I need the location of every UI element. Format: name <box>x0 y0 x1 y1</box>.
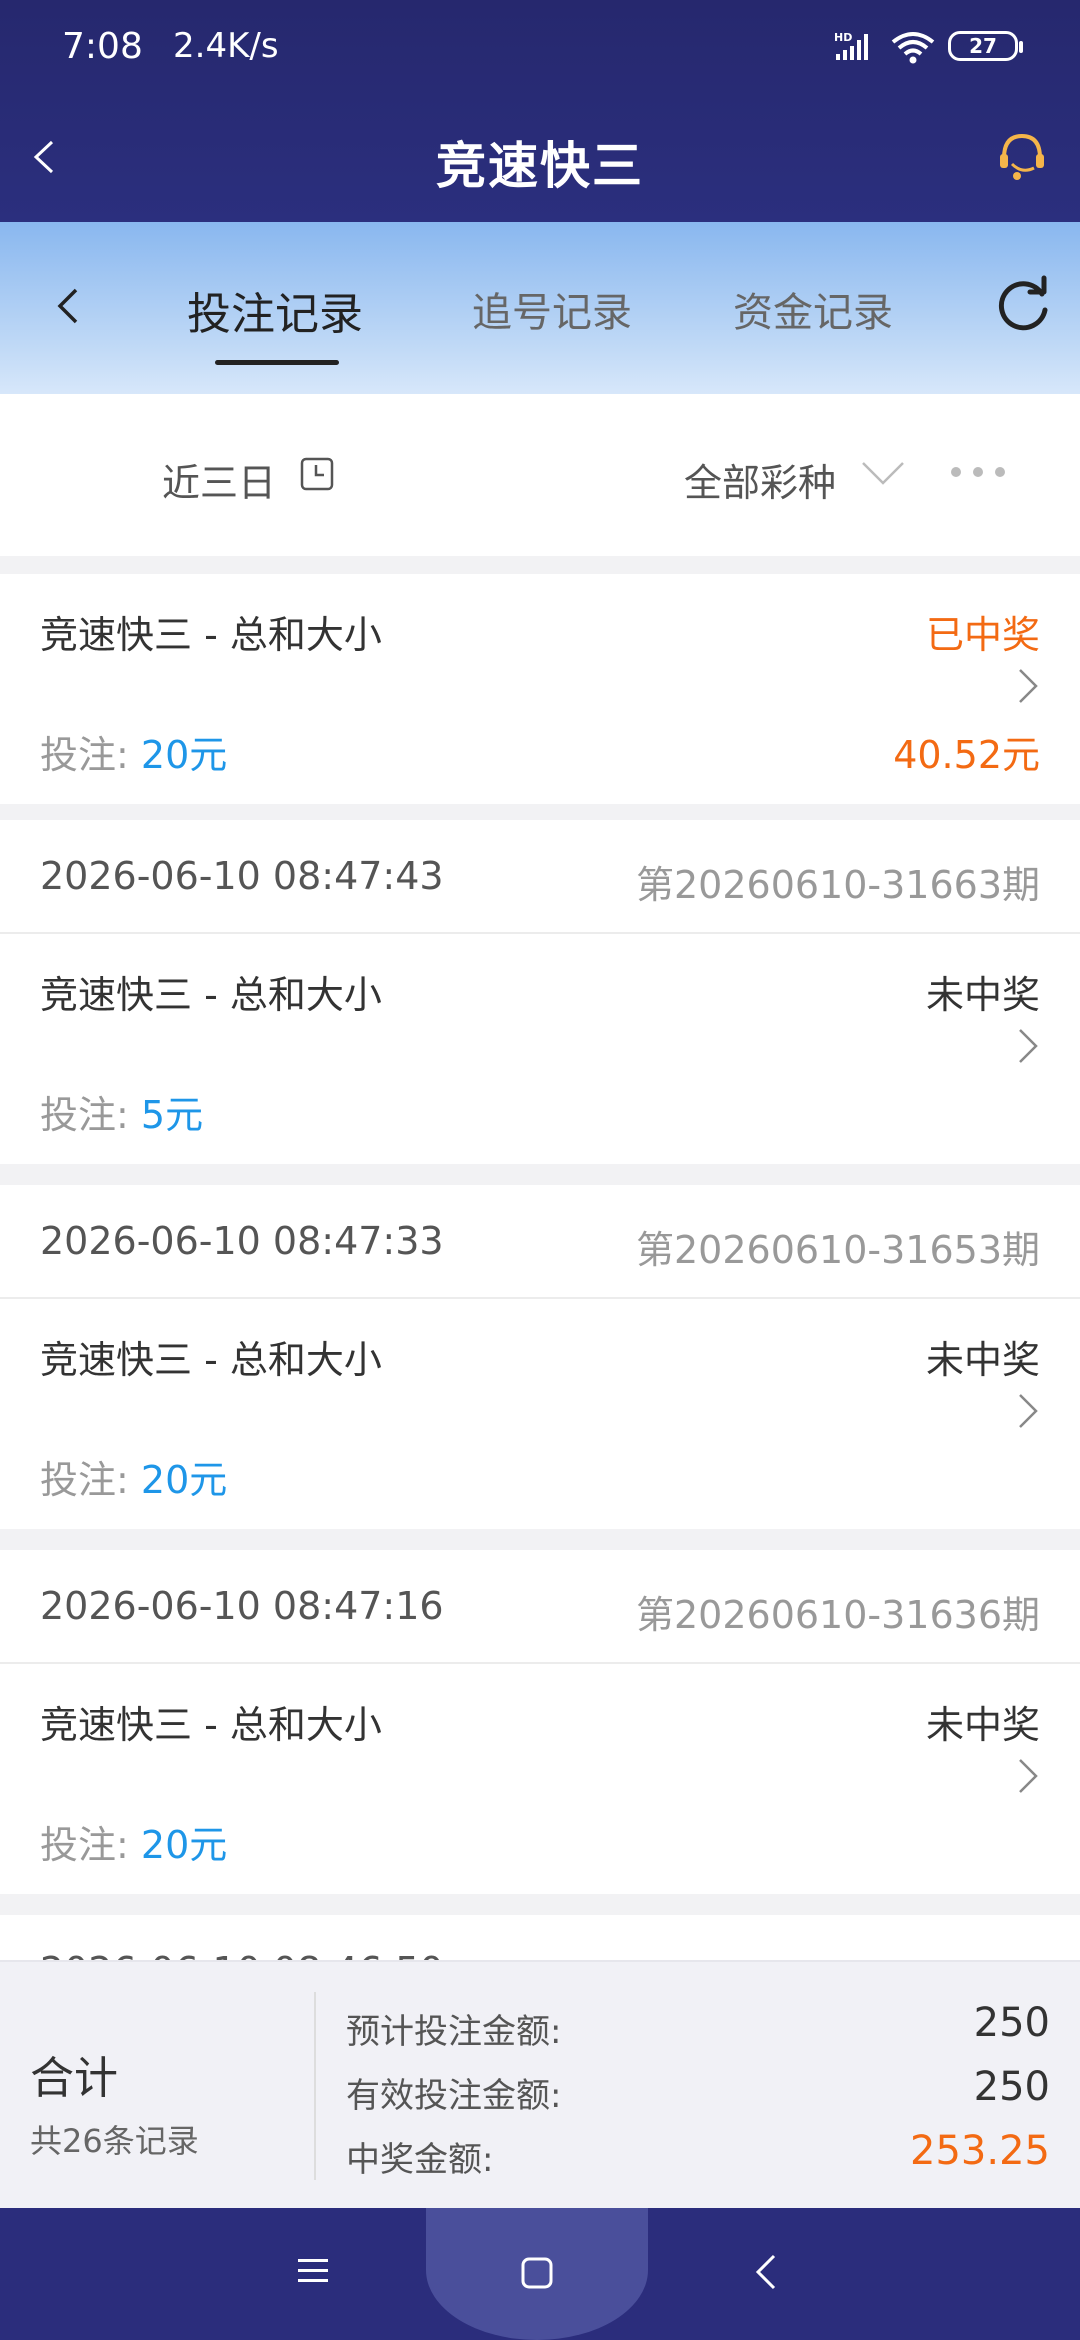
bet-label: 投注: <box>40 1093 129 1137</box>
win-amount-label: 中奖金额: <box>346 2140 494 2180</box>
battery-level: 27 <box>969 34 997 58</box>
bet-record-list: 竞速快三 - 总和大小 已中奖 投注: 20元 40.52元 2026-06-1… <box>0 556 1080 1960</box>
record-header: 2026-06-10 08:47:33 第20260610-31653期 <box>0 1185 1080 1299</box>
record-status: 未中奖 <box>925 1703 1040 1747</box>
record-status: 未中奖 <box>925 973 1040 1017</box>
refresh-icon[interactable] <box>992 274 1054 336</box>
status-bar: 7:08 2.4K/s HD 27 <box>0 0 1080 96</box>
record-datetime: 2026-06-10 08:46:50 <box>40 1949 444 1960</box>
chevron-right-icon[interactable] <box>1016 1756 1040 1796</box>
record-body[interactable]: 竞速快三 - 总和大小 已中奖 投注: 20元 40.52元 <box>0 574 1080 804</box>
valid-bet-value: 250 <box>973 2064 1050 2110</box>
record-header: 2026-06-10 08:47:16 第20260610-31636期 <box>0 1550 1080 1664</box>
date-range-selector[interactable]: 近三日 <box>162 452 276 507</box>
record-game: 竞速快三 - 总和大小 <box>40 613 382 657</box>
bet-value: 5元 <box>140 1093 204 1137</box>
home-icon[interactable] <box>520 2256 554 2290</box>
record-tabs: 投注记录 追号记录 资金记录 <box>0 222 1080 394</box>
totals-panel: 合计 共26条记录 预计投注金额: 250 有效投注金额: 250 中奖金额: … <box>0 1960 1080 2208</box>
totals-title: 合计 <box>30 2053 118 2104</box>
chevron-down-icon[interactable] <box>860 458 906 488</box>
chevron-right-icon[interactable] <box>1016 666 1040 706</box>
record-status: 未中奖 <box>925 1338 1040 1382</box>
wifi-icon <box>891 32 935 64</box>
prize-amount: 40.52元 <box>893 733 1040 777</box>
page-title: 竞速快三 <box>436 137 644 195</box>
record-issue: 第20260610-31636期 <box>635 1593 1040 1637</box>
bet-label: 投注: <box>40 1823 129 1867</box>
bet-amount: 投注: 20元 <box>40 1814 227 1869</box>
record-game: 竞速快三 - 总和大小 <box>40 1338 382 1382</box>
signal-icon: HD <box>834 31 868 60</box>
record-count: 共26条记录 <box>30 2122 199 2160</box>
totals-divider <box>314 1992 316 2180</box>
expected-bet-value: 250 <box>973 2000 1050 2046</box>
bet-label: 投注: <box>40 733 129 777</box>
chevron-right-icon[interactable] <box>1016 1391 1040 1431</box>
record-body[interactable]: 竞速快三 - 总和大小 未中奖 投注: 5元 <box>0 934 1080 1164</box>
back-nav-icon[interactable] <box>752 2252 782 2292</box>
record-status: 已中奖 <box>925 613 1040 657</box>
bet-label: 投注: <box>40 1458 129 1502</box>
chevron-right-icon[interactable] <box>1016 1026 1040 1066</box>
active-tab-indicator <box>215 360 339 365</box>
bet-value: 20元 <box>140 733 228 777</box>
win-amount-value: 253.25 <box>910 2128 1050 2174</box>
valid-bet-row: 有效投注金额: 250 <box>346 2062 1050 2122</box>
record-body[interactable]: 竞速快三 - 总和大小 未中奖 投注: 20元 <box>0 1299 1080 1529</box>
customer-service-icon[interactable] <box>994 128 1050 184</box>
record-issue: 第20260610-31653期 <box>635 1228 1040 1272</box>
bet-amount: 投注: 20元 <box>40 724 227 779</box>
filter-bar: 近三日 全部彩种 <box>0 394 1080 556</box>
record-card[interactable]: 2026-06-10 08:46:50 第20260610-31610期 <box>0 1915 1080 1960</box>
record-header: 2026-06-10 08:46:50 第20260610-31610期 <box>0 1915 1080 1960</box>
lottery-type-selector[interactable]: 全部彩种 <box>684 452 836 507</box>
record-datetime: 2026-06-10 08:47:16 <box>40 1584 444 1628</box>
hd-label: HD <box>834 31 852 44</box>
record-card[interactable]: 2026-06-10 08:47:43 第20260610-31663期 竞速快… <box>0 820 1080 1164</box>
record-card[interactable]: 2026-06-10 08:47:16 第20260610-31636期 竞速快… <box>0 1550 1080 1894</box>
record-card[interactable]: 竞速快三 - 总和大小 已中奖 投注: 20元 40.52元 <box>0 574 1080 804</box>
valid-bet-label: 有效投注金额: <box>346 2076 562 2116</box>
app-bar: 竞速快三 <box>0 96 1080 222</box>
record-game: 竞速快三 - 总和大小 <box>40 1703 382 1747</box>
tab-chase-records[interactable]: 追号记录 <box>472 280 632 338</box>
clock-icon[interactable] <box>299 456 335 492</box>
tab-back-icon[interactable] <box>48 284 92 328</box>
win-amount-row: 中奖金额: 253.25 <box>346 2126 1050 2186</box>
system-nav-bar <box>0 2208 1080 2340</box>
network-speed: 2.4K/s <box>173 26 279 66</box>
record-card[interactable]: 2026-06-10 08:47:33 第20260610-31653期 竞速快… <box>0 1185 1080 1529</box>
bet-amount: 投注: 5元 <box>40 1084 203 1139</box>
record-issue: 第20260610-31663期 <box>635 863 1040 907</box>
expected-bet-label: 预计投注金额: <box>346 2012 562 2052</box>
expected-bet-row: 预计投注金额: 250 <box>346 1998 1050 2058</box>
battery-icon: 27 <box>948 31 1023 61</box>
record-game: 竞速快三 - 总和大小 <box>40 973 382 1017</box>
menu-icon[interactable] <box>296 2254 330 2288</box>
tab-fund-records[interactable]: 资金记录 <box>733 280 893 338</box>
record-issue: 第20260610-31610期 <box>636 1949 1040 1960</box>
bet-amount: 投注: 20元 <box>40 1449 227 1504</box>
record-header: 2026-06-10 08:47:43 第20260610-31663期 <box>0 820 1080 934</box>
more-icon[interactable] <box>948 462 1008 482</box>
bet-value: 20元 <box>140 1458 228 1502</box>
record-body[interactable]: 竞速快三 - 总和大小 未中奖 投注: 20元 <box>0 1664 1080 1894</box>
record-datetime: 2026-06-10 08:47:33 <box>40 1219 444 1263</box>
tab-bet-records[interactable]: 投注记录 <box>187 278 363 342</box>
top-header: 7:08 2.4K/s HD 27 竞速快三 <box>0 0 1080 222</box>
bet-value: 20元 <box>140 1823 228 1867</box>
record-datetime: 2026-06-10 08:47:43 <box>40 854 444 898</box>
status-time: 7:08 <box>62 26 143 67</box>
